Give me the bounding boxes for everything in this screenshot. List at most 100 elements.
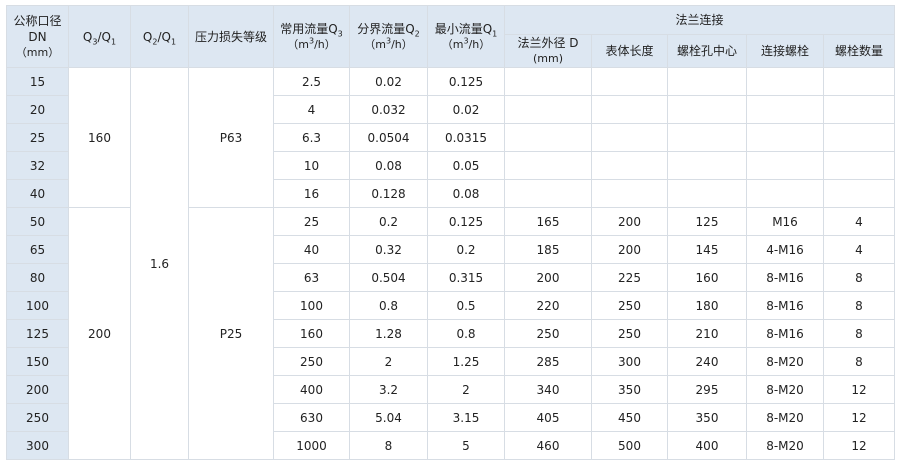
header-dn-unit: （mm）	[15, 45, 60, 59]
cell-q2: 0.32	[349, 235, 428, 264]
cell-flange-od	[504, 179, 592, 208]
cell-body-length	[591, 67, 668, 96]
cell-body-length: 450	[591, 403, 668, 432]
header-pressure-loss-class: 压力损失等级	[188, 5, 274, 68]
cell-q3: 250	[273, 347, 350, 376]
cell-q2: 0.504	[349, 263, 428, 292]
cell-bolt	[746, 67, 824, 96]
cell-bolt-count: 8	[823, 263, 895, 292]
cell-dn: 20	[6, 95, 69, 124]
header-dn-sub: DN	[28, 29, 47, 44]
cell-bolt-count	[823, 123, 895, 152]
cell-bolt	[746, 179, 824, 208]
cell-dn: 32	[6, 151, 69, 180]
cell-bolt: 8-M20	[746, 431, 824, 460]
cell-body-length: 350	[591, 375, 668, 404]
cell-bolt-center	[667, 67, 747, 96]
cell-bolt-count: 8	[823, 319, 895, 348]
cell-body-length	[591, 179, 668, 208]
header-q3-permanent-flow: 常用流量Q3 （m3/h）	[273, 5, 350, 68]
cell-q3-q1-ratio: 160	[68, 67, 131, 208]
cell-q2: 0.032	[349, 95, 428, 124]
cell-q3: 100	[273, 291, 350, 320]
cell-flange-od	[504, 151, 592, 180]
cell-bolt: M16	[746, 207, 824, 236]
cell-body-length: 200	[591, 207, 668, 236]
cell-q1: 0.2	[427, 235, 505, 264]
cell-q2: 0.128	[349, 179, 428, 208]
cell-bolt-center: 295	[667, 375, 747, 404]
header-q2-q1-ratio: Q2/Q1	[130, 5, 189, 68]
cell-q2: 0.02	[349, 67, 428, 96]
cell-q1: 0.125	[427, 67, 505, 96]
cell-q2: 2	[349, 347, 428, 376]
cell-q1: 3.15	[427, 403, 505, 432]
cell-bolt	[746, 123, 824, 152]
cell-bolt-count: 12	[823, 431, 895, 460]
cell-dn: 50	[6, 207, 69, 236]
cell-q1: 0.5	[427, 291, 505, 320]
cell-bolt-center: 400	[667, 431, 747, 460]
cell-pressure-loss: P25	[188, 207, 274, 460]
cell-bolt: 8-M20	[746, 375, 824, 404]
cell-bolt-center	[667, 179, 747, 208]
cell-q3: 1000	[273, 431, 350, 460]
cell-q2: 0.08	[349, 151, 428, 180]
cell-bolt-count: 12	[823, 375, 895, 404]
cell-flange-od: 340	[504, 375, 592, 404]
cell-q3: 40	[273, 235, 350, 264]
cell-bolt-count	[823, 95, 895, 124]
cell-bolt-count: 4	[823, 207, 895, 236]
cell-bolt-center	[667, 151, 747, 180]
cell-body-length: 500	[591, 431, 668, 460]
cell-q3-q1-ratio: 200	[68, 207, 131, 460]
cell-bolt-count: 12	[823, 403, 895, 432]
cell-bolt-count: 8	[823, 347, 895, 376]
cell-bolt: 8-M20	[746, 347, 824, 376]
cell-q3: 6.3	[273, 123, 350, 152]
cell-flange-od: 165	[504, 207, 592, 236]
cell-q3: 160	[273, 319, 350, 348]
cell-bolt: 8-M16	[746, 291, 824, 320]
cell-bolt: 8-M16	[746, 263, 824, 292]
cell-bolt-count: 4	[823, 235, 895, 264]
cell-q3: 16	[273, 179, 350, 208]
header-flange-connection: 法兰连接	[504, 5, 895, 35]
cell-dn: 65	[6, 235, 69, 264]
header-flange-outer-diameter: 法兰外径 D (mm)	[504, 34, 592, 68]
cell-flange-od	[504, 95, 592, 124]
cell-q2: 8	[349, 431, 428, 460]
cell-q2-q1-ratio: 1.6	[130, 67, 189, 460]
cell-body-length: 300	[591, 347, 668, 376]
cell-bolt-count	[823, 67, 895, 96]
cell-bolt: 8-M20	[746, 403, 824, 432]
cell-flange-od: 250	[504, 319, 592, 348]
cell-flange-od	[504, 67, 592, 96]
cell-bolt	[746, 151, 824, 180]
cell-dn: 25	[6, 123, 69, 152]
cell-bolt: 8-M16	[746, 319, 824, 348]
cell-flange-od	[504, 123, 592, 152]
cell-q2: 0.0504	[349, 123, 428, 152]
cell-pressure-loss: P63	[188, 67, 274, 208]
cell-flange-od: 220	[504, 291, 592, 320]
cell-dn: 250	[6, 403, 69, 432]
cell-bolt-center: 125	[667, 207, 747, 236]
header-connecting-bolt: 连接螺栓	[746, 34, 824, 68]
cell-bolt-center: 145	[667, 235, 747, 264]
cell-bolt-center: 350	[667, 403, 747, 432]
header-q1-minimum-flow: 最小流量Q1 （m3/h）	[427, 5, 505, 68]
cell-q1: 0.08	[427, 179, 505, 208]
cell-flange-od: 285	[504, 347, 592, 376]
cell-bolt	[746, 95, 824, 124]
cell-bolt-count: 8	[823, 291, 895, 320]
flow-meter-spec-table: 公称口径 DN （mm） Q3/Q1 Q2/Q1 压力损失等级 常用流量Q3 （…	[6, 5, 895, 460]
cell-q1: 5	[427, 431, 505, 460]
header-bolt-hole-center: 螺栓孔中心	[667, 34, 747, 68]
cell-bolt-center: 180	[667, 291, 747, 320]
cell-q3: 25	[273, 207, 350, 236]
cell-dn: 150	[6, 347, 69, 376]
cell-bolt-center: 240	[667, 347, 747, 376]
cell-q1: 0.8	[427, 319, 505, 348]
cell-q1: 2	[427, 375, 505, 404]
